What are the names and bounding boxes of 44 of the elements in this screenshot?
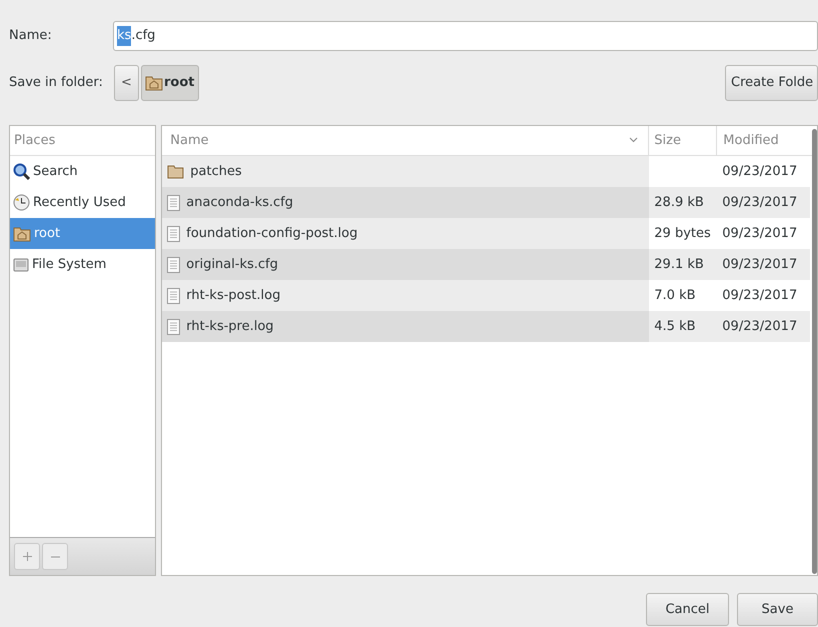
- size-cell: 29.1 kB: [649, 249, 718, 280]
- file-name-cell[interactable]: anaconda-ks.cfg: [162, 187, 650, 218]
- date-cell: 09/23/2017: [717, 311, 810, 342]
- clock-icon: [13, 194, 30, 211]
- file-name-cell[interactable]: rht-ks-post.log: [162, 280, 650, 311]
- file-icon: [167, 256, 180, 272]
- home-folder-icon: [145, 74, 163, 90]
- folder-icon: [167, 164, 184, 179]
- column-header[interactable]: Modified: [717, 126, 810, 155]
- save-button[interactable]: Save: [737, 593, 818, 626]
- field-label: Save in folder:: [9, 74, 104, 92]
- file-icon: [167, 226, 180, 242]
- back-button[interactable]: <: [114, 64, 139, 100]
- file-icon: [167, 318, 180, 334]
- column-header[interactable]: Size: [649, 126, 718, 155]
- place-item[interactable]: Recently Used: [10, 187, 156, 218]
- date-cell: 09/23/2017: [717, 249, 810, 280]
- column-header[interactable]: Name: [162, 126, 650, 155]
- place-item[interactable]: Search: [10, 156, 156, 187]
- drive-icon: [13, 256, 29, 272]
- file-icon: [167, 194, 180, 210]
- name-field[interactable]: ks.cfg: [113, 21, 818, 51]
- home-folder-icon: [13, 226, 31, 242]
- file-name-cell[interactable]: rht-ks-pre.log: [162, 311, 650, 342]
- minus-icon: [50, 556, 60, 558]
- plus-icon: [22, 552, 32, 561]
- search-icon: [13, 163, 30, 180]
- column-header: Places: [10, 126, 156, 156]
- file-name-cell[interactable]: foundation-config-post.log: [162, 218, 650, 249]
- cancel-button[interactable]: Cancel: [646, 593, 729, 626]
- place-item[interactable]: File System: [10, 249, 156, 280]
- file-icon: [167, 288, 180, 304]
- folder-crumb[interactable]: root: [141, 64, 198, 100]
- size-cell: 28.9 kB: [649, 187, 718, 218]
- scrollbar[interactable]: [812, 129, 817, 574]
- size-cell: 4.5 kB: [649, 311, 718, 342]
- file-name-cell[interactable]: original-ks.cfg: [162, 249, 650, 280]
- date-cell: 09/23/2017: [717, 187, 810, 218]
- chevron-down-icon: [629, 137, 638, 143]
- remove-button[interactable]: [42, 543, 68, 570]
- file-name-cell[interactable]: patches: [162, 156, 650, 187]
- field-label: Name:: [9, 27, 53, 46]
- create-folder-button[interactable]: Create Folde: [725, 64, 818, 100]
- add-button[interactable]: [14, 543, 40, 570]
